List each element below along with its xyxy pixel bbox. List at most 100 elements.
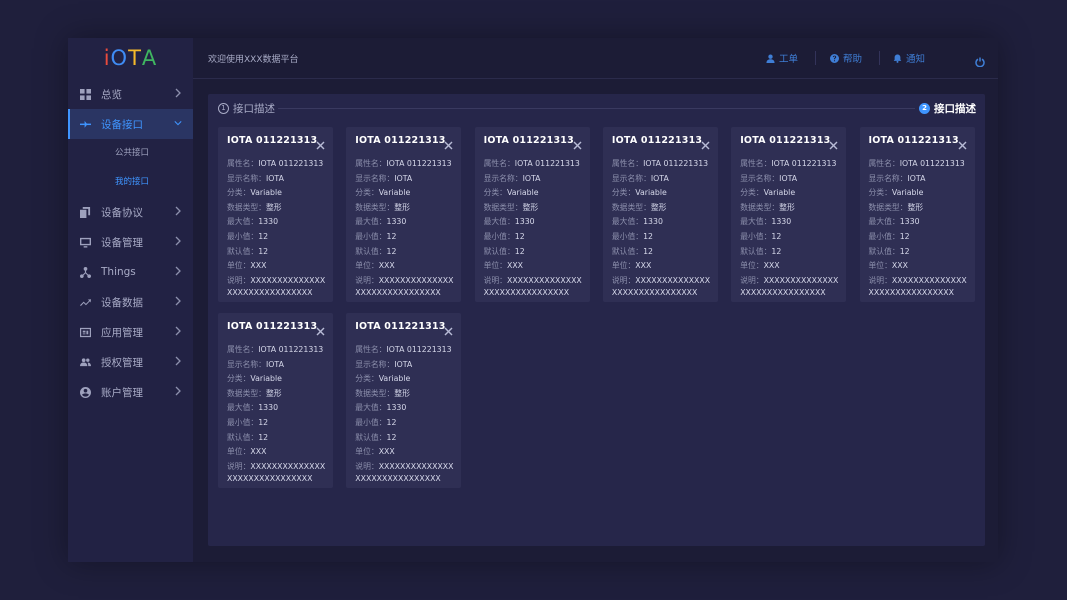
property-row-display-name: 显示名称：IOTA xyxy=(869,172,971,187)
header-divider xyxy=(815,51,816,65)
property-value: 整形 xyxy=(522,202,539,212)
power-icon xyxy=(975,57,985,68)
card-properties: 属性名：IOTA 011221313 显示名称：IOTA 分类：Variable 数据… xyxy=(355,157,457,299)
property-value: 12 xyxy=(899,246,910,256)
close-icon[interactable] xyxy=(444,135,453,150)
close-icon[interactable] xyxy=(316,135,325,150)
property-value: IOTA 011221313 xyxy=(386,159,452,168)
property-card[interactable]: IOTA 011221313 属性名：IOTA 011221313 显示名称：IOT… xyxy=(218,127,333,302)
sidebar-item-things[interactable]: Things xyxy=(68,257,193,287)
property-value: IOTA xyxy=(650,173,669,183)
property-value: 12 xyxy=(386,246,397,256)
property-label: 属性名： xyxy=(227,345,259,354)
property-row-category: 分类：Variable xyxy=(869,186,971,201)
step-2[interactable]: 2 接口描述 xyxy=(919,101,976,116)
property-row-unit: 单位：XXX xyxy=(227,445,329,460)
property-row-min: 最小值：12 xyxy=(484,230,586,245)
sidebar-item-device-data[interactable]: 设备数据 xyxy=(68,287,193,317)
sidebar-item-device-interface[interactable]: 设备接口 xyxy=(68,109,193,139)
property-label: 单位： xyxy=(740,261,764,271)
property-label: 说明： xyxy=(355,461,379,471)
property-label: 单位： xyxy=(227,261,251,271)
close-icon[interactable] xyxy=(444,321,453,336)
property-label: 说明： xyxy=(611,275,636,285)
close-icon[interactable] xyxy=(316,321,325,336)
property-row-desc: 说明：XXXXXXXXXXXXXXXXXXXXXXXXXXXXXX xyxy=(484,275,586,299)
property-row-max: 最大值：1330 xyxy=(227,401,329,416)
property-card[interactable]: IOTA 011221313 属性名：IOTA 011221313 显示名称：IOT… xyxy=(346,313,462,488)
submenu-item-public-interface[interactable]: 公共接口 xyxy=(68,139,193,168)
submenu-item-my-interface[interactable]: 我的接口 xyxy=(68,168,193,197)
property-value: IOTA 011221313 xyxy=(258,159,324,168)
notification-button[interactable]: 通知 xyxy=(893,51,925,65)
property-label: 数据类型： xyxy=(868,202,908,212)
chevron-down-icon xyxy=(174,118,184,130)
property-label: 数据类型： xyxy=(611,202,651,212)
sidebar-item-label: 应用管理 xyxy=(101,326,143,339)
sidebar-item-device-management[interactable]: 设备管理 xyxy=(68,227,193,257)
property-row-attr-name: 属性名：IOTA 011221313 xyxy=(740,157,842,172)
help-icon xyxy=(830,53,839,63)
chevron-right-icon xyxy=(174,296,184,308)
property-row-desc: 说明：XXXXXXXXXXXXXXXXXXXXXXXXXXXXXX xyxy=(227,461,329,485)
property-label: 分类： xyxy=(355,374,379,384)
property-card[interactable]: IOTA 011221313 属性名：IOTA 011221313 显示名称：IOT… xyxy=(346,127,462,302)
sidebar-item-device-protocol[interactable]: 设备协议 xyxy=(68,197,193,227)
property-value: IOTA 011221313 xyxy=(643,159,709,168)
property-card[interactable]: IOTA 011221313 属性名：IOTA 011221313 显示名称：IOT… xyxy=(218,313,333,488)
chevron-right-icon xyxy=(174,386,184,398)
property-row-desc: 说明：XXXXXXXXXXXXXXXXXXXXXXXXXXXXXX xyxy=(869,275,971,299)
property-value: 12 xyxy=(386,417,397,427)
copy-icon xyxy=(79,206,91,218)
help-button[interactable]: 帮助 xyxy=(830,51,862,65)
sidebar-item-app-management[interactable]: 应用管理 xyxy=(68,317,193,347)
property-card[interactable]: IOTA 011221313 属性名：IOTA 011221313 显示名称：IOT… xyxy=(859,127,975,302)
property-value: XXX xyxy=(378,447,395,457)
property-card[interactable]: IOTA 011221313 属性名：IOTA 011221313 显示名称：IOT… xyxy=(474,127,590,302)
close-icon[interactable] xyxy=(958,135,967,150)
property-value: 整形 xyxy=(650,202,667,212)
step-label: 接口描述 xyxy=(934,103,976,115)
property-row-attr-name: 属性名：IOTA 011221313 xyxy=(612,157,714,172)
close-icon[interactable] xyxy=(573,135,582,150)
property-value: Variable xyxy=(250,188,282,198)
property-row-min: 最小值：12 xyxy=(227,230,329,245)
property-label: 说明： xyxy=(227,275,251,285)
step-1[interactable]: 1 接口描述 xyxy=(218,101,275,116)
card-title: IOTA 011221313 xyxy=(227,135,318,146)
step-number: 2 xyxy=(919,103,930,114)
property-label: 最大值： xyxy=(227,217,259,227)
property-row-attr-name: 属性名：IOTA 011221313 xyxy=(355,157,457,172)
power-button[interactable] xyxy=(975,52,985,71)
property-row-data-type: 数据类型：整形 xyxy=(355,201,457,216)
notify-label: 通知 xyxy=(906,54,926,65)
worklist-button[interactable]: 工单 xyxy=(766,51,798,65)
property-card[interactable]: IOTA 011221313 属性名：IOTA 011221313 显示名称：IOT… xyxy=(602,127,718,302)
property-label: 默认值： xyxy=(355,246,387,256)
property-row-unit: 单位：XXX xyxy=(355,445,457,460)
property-value: 1330 xyxy=(643,217,663,227)
property-label: 单位： xyxy=(483,261,507,271)
property-card[interactable]: IOTA 011221313 属性名：IOTA 011221313 显示名称：IOT… xyxy=(731,127,847,302)
close-icon[interactable] xyxy=(829,135,838,150)
sidebar-item-label: 设备协议 xyxy=(101,206,143,219)
property-label: 数据类型： xyxy=(227,202,266,212)
sidebar-item-overview[interactable]: 总览 xyxy=(68,79,193,109)
sidebar-item-auth-management[interactable]: 授权管理 xyxy=(68,347,193,377)
property-label: 默认值： xyxy=(483,246,515,256)
property-value: XXX xyxy=(506,261,524,271)
property-value: IOTA 011221313 xyxy=(771,159,837,168)
sidebar-item-label: 账户管理 xyxy=(101,386,143,399)
property-value: XXX xyxy=(250,447,267,457)
property-row-display-name: 显示名称：IOTA xyxy=(612,172,714,187)
property-row-min: 最小值：12 xyxy=(355,230,457,245)
property-label: 说明： xyxy=(227,461,251,471)
close-icon[interactable] xyxy=(701,135,710,150)
logo: iOTA xyxy=(68,46,193,72)
property-label: 单位： xyxy=(611,261,636,271)
property-label: 最小值： xyxy=(355,417,387,427)
property-label: 默认值： xyxy=(740,246,772,256)
property-label: 最小值： xyxy=(740,231,772,241)
sidebar-item-account-management[interactable]: 账户管理 xyxy=(68,377,193,407)
step-connector xyxy=(278,108,915,109)
